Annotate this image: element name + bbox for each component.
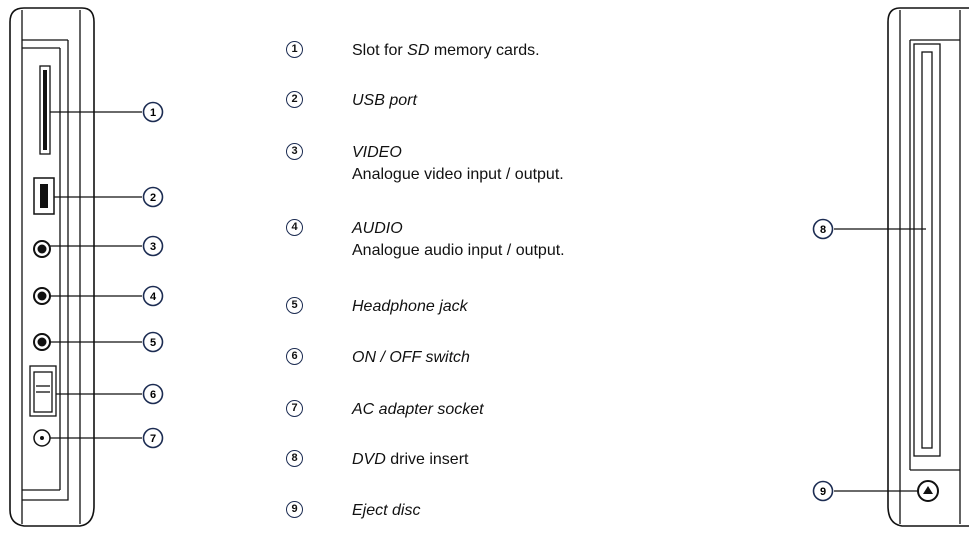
legend-badge: 2: [286, 91, 303, 108]
callout-number-3: 3: [150, 241, 156, 253]
callout-number-1: 1: [150, 107, 156, 119]
callout-number-5: 5: [150, 337, 156, 349]
callout-badge-7: 7: [142, 427, 164, 449]
legend-description: Analogue video input / output.: [352, 166, 564, 183]
left-side-panel: [9, 7, 95, 527]
legend-badge: 4: [286, 219, 303, 236]
legend-badge: 6: [286, 348, 303, 365]
legend-badge: 9: [286, 501, 303, 518]
legend-text-italic: DVD: [352, 451, 386, 468]
eject-button: [917, 480, 939, 502]
legend-text: USB port: [352, 90, 417, 111]
legend-text: Slot for SD memory cards.: [352, 40, 540, 61]
legend-text-suffix: drive insert: [385, 451, 469, 468]
legend-text-italic: Headphone jack: [352, 298, 468, 315]
usb-port: [33, 177, 55, 215]
headphone-jack: [33, 333, 51, 351]
sd-card-slot: [39, 65, 51, 155]
legend-text: AUDIO: [352, 218, 403, 239]
legend-text-italic: AUDIO: [352, 220, 403, 237]
legend-text: Headphone jack: [352, 296, 468, 317]
legend-text-suffix: memory cards.: [429, 42, 540, 59]
callout-number-8: 8: [820, 224, 826, 236]
legend-badge: 3: [286, 143, 303, 160]
callout-badge-5: 5: [142, 331, 164, 353]
callout-number-9: 9: [820, 486, 826, 498]
callout-badge-1: 1: [142, 101, 164, 123]
legend-text: ON / OFF switch: [352, 347, 470, 368]
legend-text-italic: ON / OFF switch: [352, 349, 470, 366]
legend-badge: 7: [286, 400, 303, 417]
legend-text-italic: AC adapter socket: [352, 401, 484, 418]
audio-jack: [33, 287, 51, 305]
dvd-drive-slot: [913, 43, 941, 457]
callout-badge-8: 8: [812, 218, 834, 240]
legend-badge: 1: [286, 41, 303, 58]
callout-number-7: 7: [150, 433, 156, 445]
callout-badge-4: 4: [142, 285, 164, 307]
legend-text: Eject disc: [352, 500, 420, 521]
ac-adapter-socket: [33, 429, 51, 447]
legend-text-prefix: Slot for: [352, 42, 408, 59]
callout-number-4: 4: [150, 291, 157, 303]
legend-description: Analogue audio input / output.: [352, 242, 565, 259]
callout-number-2: 2: [150, 192, 156, 204]
legend-text: AC adapter socket: [352, 399, 484, 420]
callout-badge-3: 3: [142, 235, 164, 257]
callout-number-6: 6: [150, 389, 156, 401]
on-off-switch: [29, 365, 57, 417]
video-jack: [33, 240, 51, 258]
right-leader-lines: [834, 228, 926, 492]
callout-badge-9: 9: [812, 480, 834, 502]
legend-text-italic: USB port: [352, 92, 417, 109]
callout-badge-2: 2: [142, 186, 164, 208]
legend-text: VIDEO: [352, 142, 402, 163]
legend-text-italic: Eject disc: [352, 502, 421, 519]
legend: 1 Slot for SD memory cards. 2 USB port 3…: [286, 0, 746, 538]
legend-text-italic: SD: [407, 42, 430, 59]
legend-text: DVD drive insert: [352, 449, 468, 470]
legend-text-italic: VIDEO: [352, 144, 402, 161]
legend-badge: 8: [286, 450, 303, 467]
legend-badge: 5: [286, 297, 303, 314]
callout-badge-6: 6: [142, 383, 164, 405]
left-leader-lines: [50, 111, 142, 439]
